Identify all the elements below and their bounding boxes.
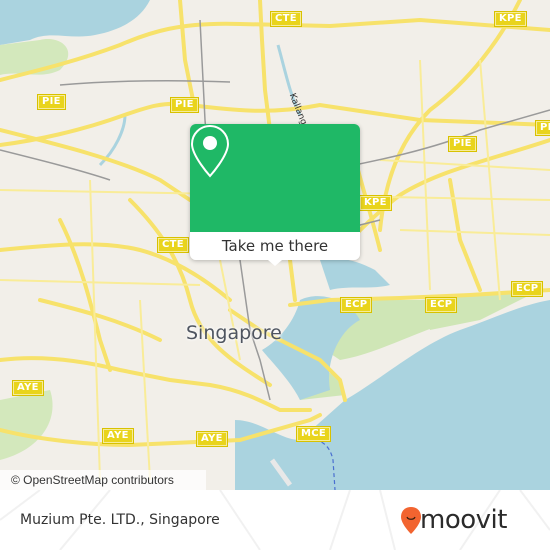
- highway-shield-cte: CTE: [270, 11, 302, 27]
- water-kallang-basin: [320, 258, 390, 290]
- moovit-wordmark: moovit: [420, 505, 507, 535]
- highway-shield-mce: MCE: [295, 426, 332, 442]
- highway-shield-ecp: ECP: [510, 281, 544, 297]
- highway-shield-ecp: ECP: [424, 297, 458, 313]
- moovit-logo[interactable]: moovit: [400, 502, 540, 538]
- highway-shield-aye: AYE: [196, 431, 228, 447]
- location-popup: Take me there: [190, 124, 360, 266]
- footer: Muzium Pte. LTD., Singapore moovit: [0, 490, 550, 550]
- highway-shield-kpe: KPE: [494, 11, 527, 27]
- highway-shield-aye: AYE: [12, 380, 44, 396]
- highway-shield-cte: CTE: [157, 237, 189, 253]
- city-label: Singapore: [186, 322, 282, 344]
- highway-shield-aye: AYE: [102, 428, 134, 444]
- highway-shield-kpe: KPE: [359, 195, 392, 211]
- highway-shield-pie: PIE: [535, 120, 550, 136]
- popup-header: [190, 124, 360, 232]
- map-view[interactable]: Kallang River CTE KPE PIE PIE PIE PIE KP…: [0, 0, 550, 490]
- highway-shield-pie: PIE: [37, 94, 66, 110]
- park-west: [0, 390, 53, 460]
- moovit-pin-icon: [401, 507, 421, 534]
- take-me-there-button[interactable]: Take me there: [190, 232, 360, 266]
- map-pin-icon: [190, 124, 230, 178]
- map-attribution[interactable]: © OpenStreetMap contributors: [0, 470, 206, 490]
- place-name: Muzium Pte. LTD., Singapore: [20, 512, 220, 528]
- highway-shield-pie: PIE: [170, 97, 199, 113]
- highway-shield-ecp: ECP: [339, 297, 373, 313]
- water-reservoir: [0, 0, 150, 45]
- highway-shield-pie: PIE: [448, 136, 477, 152]
